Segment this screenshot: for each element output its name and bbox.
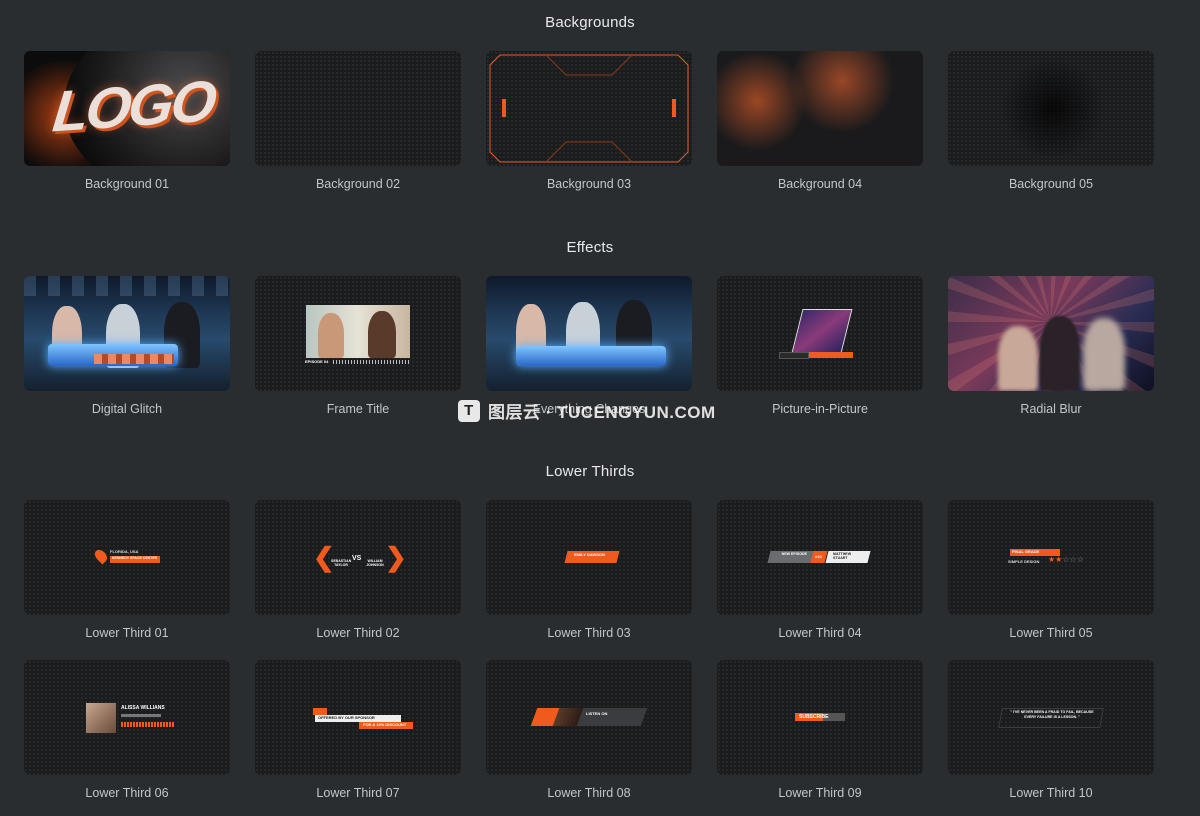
tile-label: Background 05 — [1008, 177, 1094, 191]
tile-lower-third-03[interactable]: EMILY DAWSON Lower Third 03 — [486, 500, 692, 640]
thumbnail-lower-third-08: LISTEN ON — [486, 660, 692, 775]
section-title-backgrounds: Backgrounds — [545, 14, 635, 31]
lt09-subscribe: SUBSCRIBE — [799, 714, 829, 720]
tile-background-05[interactable]: Background 05 — [948, 51, 1154, 191]
lt05-subtitle: SIMPLE DESIGN — [1008, 559, 1040, 564]
tile-lower-third-02[interactable]: ❮ ❯ SEBASTIAN TAYLOR VS WILLIAM JOHNSON … — [255, 500, 461, 640]
thumbnail-lower-third-06: ALISSA WILLIANS — [24, 660, 230, 775]
tile-label: Lower Third 02 — [316, 626, 400, 640]
lt07-line2: FOR A 10% DISCOUNT — [363, 722, 407, 727]
lt08-title: LISTEN ON — [586, 711, 608, 716]
lt01-line1: FLORIDA, USA — [110, 549, 139, 554]
tile-lower-third-08[interactable]: LISTEN ON Lower Third 08 — [486, 660, 692, 800]
tile-lower-third-01[interactable]: FLORIDA, USA KENNEDY SPACE CENTER Lower … — [24, 500, 230, 640]
lt03-name: EMILY DAWSON — [574, 552, 605, 557]
tile-background-03[interactable]: Background 03 — [486, 51, 692, 191]
tile-label: Background 01 — [84, 177, 170, 191]
thumbnail-lower-third-07: OFFERED BY OUR SPONSOR FOR A 10% DISCOUN… — [255, 660, 461, 775]
lt04-new-episode: NEW EPISODE — [781, 552, 807, 556]
thumbnail-lower-third-09: SUBSCRIBE — [717, 660, 923, 775]
podcast-photo — [306, 305, 410, 358]
tile-picture-in-picture[interactable]: Picture-in-Picture — [717, 276, 923, 416]
thumbnail-picture-in-picture — [717, 276, 923, 391]
tile-label: Lower Third 06 — [85, 786, 169, 800]
thumbnail-lower-third-03: EMILY DAWSON — [486, 500, 692, 615]
tile-label: Lower Third 09 — [778, 786, 862, 800]
tile-label: Background 04 — [777, 177, 863, 191]
tile-label: Frame Title — [326, 402, 390, 416]
thumbnail-background-01: LOGO — [24, 51, 230, 166]
lt02-vs: VS — [352, 555, 362, 562]
tile-label: Picture-in-Picture — [772, 402, 868, 416]
logo-text: LOGO — [49, 68, 218, 145]
tile-label: Lower Third 05 — [1009, 626, 1093, 640]
tile-frame-title[interactable]: EPISODE 04 Frame Title — [255, 276, 461, 416]
thumbnail-radial-blur — [948, 276, 1154, 391]
thumbnail-background-03 — [486, 51, 692, 166]
tile-lower-third-07[interactable]: OFFERED BY OUR SPONSOR FOR A 10% DISCOUN… — [255, 660, 461, 800]
tile-background-04[interactable]: Background 04 — [717, 51, 923, 191]
episode-label: EPISODE 04 — [305, 359, 329, 364]
hud-frame-graphic — [489, 54, 689, 163]
tile-lower-third-05[interactable]: FINAL GRADE SIMPLE DESIGN ★★☆☆☆ Lower Th… — [948, 500, 1154, 640]
section-title-effects: Effects — [566, 239, 614, 256]
tile-label: Background 03 — [546, 177, 632, 191]
tile-digital-glitch[interactable]: Digital Glitch — [24, 276, 230, 416]
tile-lower-third-10[interactable]: " I'VE NEVER BEEN A FRAID TO FAIL, BECAU… — [948, 660, 1154, 800]
tile-radial-blur[interactable]: Radial Blur — [948, 276, 1154, 416]
tile-background-01[interactable]: LOGO Background 01 — [24, 51, 230, 191]
lt10-quote: " I'VE NEVER BEEN A FRAID TO FAIL, BECAU… — [1010, 710, 1094, 719]
lt02-right-name: WILLIAM JOHNSON — [366, 559, 384, 567]
location-pin-icon — [92, 547, 110, 565]
pip-photo — [791, 309, 853, 353]
lt04-number: #10 — [815, 554, 822, 559]
lt02-left-name: SEBASTIAN TAYLOR — [331, 559, 352, 567]
chevron-right-icon: ❯ — [385, 542, 407, 572]
rating-stars-icon: ★★☆☆☆ — [1048, 555, 1084, 564]
thumbnail-background-04 — [717, 51, 923, 166]
thumbnail-digital-glitch — [24, 276, 230, 391]
lt06-name: ALISSA WILLIANS — [121, 705, 165, 711]
thumbnail-everything-changes — [486, 276, 692, 391]
lt07-line1: OFFERED BY OUR SPONSOR — [318, 715, 375, 720]
watermark-text: 图层云 · TUCENGYUN.COM — [488, 403, 716, 422]
lt01-line2: KENNEDY SPACE CENTER — [112, 556, 158, 560]
thumbnail-lower-third-04: NEW EPISODE #10 MATTHEW STUART — [717, 500, 923, 615]
thumbnail-lower-third-10: " I'VE NEVER BEEN A FRAID TO FAIL, BECAU… — [948, 660, 1154, 775]
tile-label: Lower Third 04 — [778, 626, 862, 640]
tile-label: Lower Third 01 — [85, 626, 169, 640]
tile-label: Digital Glitch — [91, 402, 163, 416]
thumbnail-background-02 — [255, 51, 461, 166]
lt05-title: FINAL GRADE — [1012, 549, 1040, 554]
tile-background-02[interactable]: Background 02 — [255, 51, 461, 191]
tile-label: Lower Third 03 — [547, 626, 631, 640]
watermark: T 图层云 · TUCENGYUN.COM — [458, 398, 716, 423]
tile-lower-third-04[interactable]: NEW EPISODE #10 MATTHEW STUART Lower Thi… — [717, 500, 923, 640]
avatar — [86, 703, 116, 733]
thumbnail-frame-title: EPISODE 04 — [255, 276, 461, 391]
tile-label: Lower Third 08 — [547, 786, 631, 800]
tile-label: Background 02 — [315, 177, 401, 191]
tile-label: Radial Blur — [1020, 402, 1082, 416]
thumbnail-lower-third-05: FINAL GRADE SIMPLE DESIGN ★★☆☆☆ — [948, 500, 1154, 615]
tile-label: Lower Third 07 — [316, 786, 400, 800]
tile-lower-third-06[interactable]: ALISSA WILLIANS Lower Third 06 — [24, 660, 230, 800]
thumbnail-background-05 — [948, 51, 1154, 166]
thumbnail-lower-third-01: FLORIDA, USA KENNEDY SPACE CENTER — [24, 500, 230, 615]
tile-label: Lower Third 10 — [1009, 786, 1093, 800]
tile-everything-changes[interactable]: Everything Changes — [486, 276, 692, 416]
section-title-lower-thirds: Lower Thirds — [545, 463, 635, 480]
lt04-name: MATTHEW STUART — [833, 552, 852, 560]
watermark-t-icon: T — [458, 399, 480, 422]
thumbnail-lower-third-02: ❮ ❯ SEBASTIAN TAYLOR VS WILLIAM JOHNSON — [255, 500, 461, 615]
tile-lower-third-09[interactable]: SUBSCRIBE Lower Third 09 — [717, 660, 923, 800]
